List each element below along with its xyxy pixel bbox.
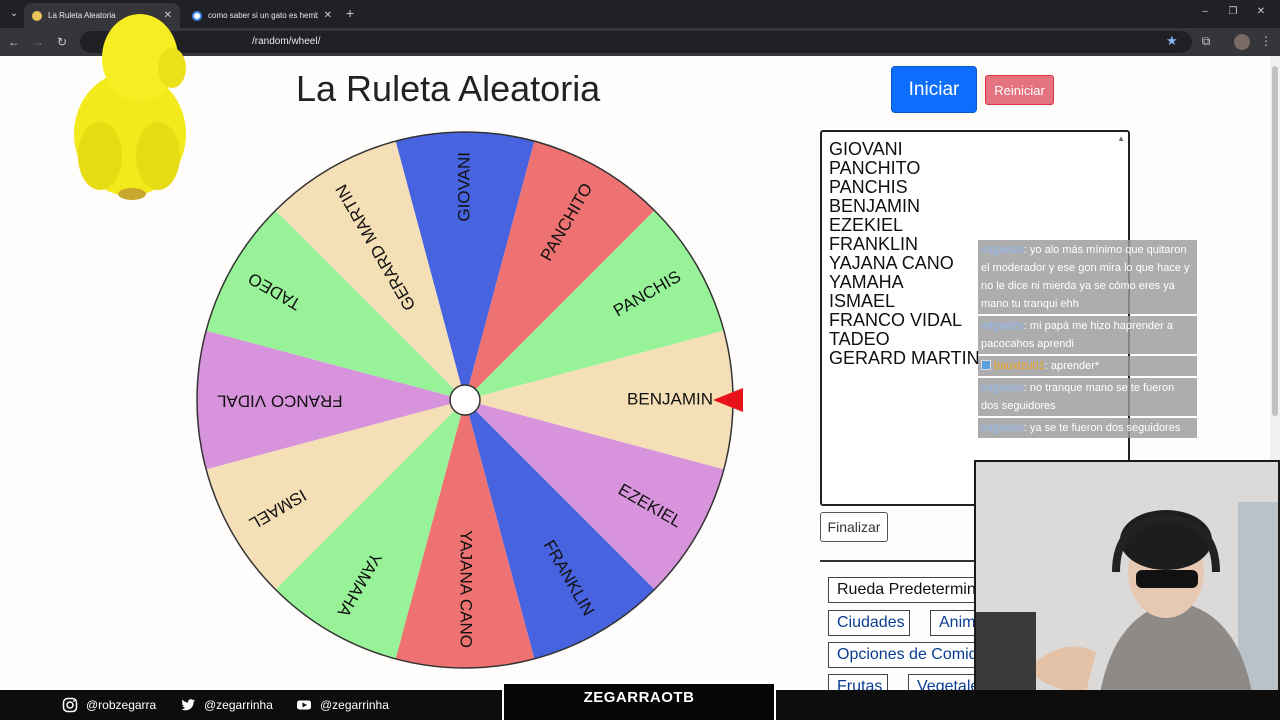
name-entry: TADEO	[829, 329, 890, 349]
extensions-icon[interactable]: ⧉	[1198, 34, 1214, 49]
wheel-segment-label: FRANCO VIDAL	[217, 392, 343, 411]
youtube-text: @zegarrinha	[320, 698, 389, 712]
new-tab-icon[interactable]: +	[346, 6, 354, 20]
wheel-segment-label: GIOVANI	[454, 152, 473, 222]
divider	[820, 560, 980, 562]
twitter-bird-icon	[181, 699, 195, 711]
start-button[interactable]: Iniciar	[891, 66, 977, 113]
chat-text: : aprender*	[1044, 360, 1100, 372]
minimize-icon[interactable]: –	[1197, 6, 1213, 17]
twitter-text: @zegarrinha	[204, 698, 273, 712]
chat-badge-icon	[981, 360, 991, 370]
forward-icon[interactable]: →	[30, 34, 46, 50]
tab-search-icon[interactable]: ⌄	[6, 6, 22, 22]
ruleta-favicon-icon	[32, 10, 42, 21]
stream-chat: migxelzx: yo alo más mínimo que quitaron…	[978, 240, 1197, 440]
tab-title: como saber si un gato es hembra	[208, 11, 318, 20]
browser-tab-bar: ⌄ La Ruleta Aleatoria ✕ como saber si un…	[0, 0, 1280, 28]
chat-username: migxelzx	[981, 382, 1024, 394]
scroll-up-arrow-icon[interactable]: ▲	[1117, 134, 1125, 143]
browser-toolbar: ← → ↻ /random/wheel/ ★ ⧉ ⋮	[0, 28, 1280, 56]
close-window-icon[interactable]: ✕	[1253, 6, 1269, 17]
chat-username: migxelzx	[981, 244, 1024, 256]
finish-button[interactable]: Finalizar	[820, 512, 888, 542]
scrollbar-thumb[interactable]	[1272, 66, 1278, 416]
preset-food-options[interactable]: Opciones de Comid	[828, 642, 978, 668]
reset-button[interactable]: Reiniciar	[985, 75, 1054, 105]
bookmark-star-icon[interactable]: ★	[1166, 33, 1178, 49]
screen: ⌄ La Ruleta Aleatoria ✕ como saber si un…	[0, 0, 1280, 720]
name-entry: GIOVANI	[829, 139, 903, 159]
instagram-icon	[62, 697, 78, 713]
wheel-segment-label: BENJAMIN	[627, 389, 713, 408]
chat-username: migxelzx	[981, 320, 1024, 332]
name-entry: YAMAHA	[829, 272, 904, 292]
close-tab-icon[interactable]: ✕	[324, 10, 332, 21]
google-favicon-icon	[192, 10, 202, 21]
chat-message: migxelzx: no tranque mano se te fueron d…	[978, 378, 1197, 416]
wheel-segment-label: YAJANA CANO	[457, 530, 476, 648]
twitter-handle: @zegarrinha	[180, 697, 273, 713]
name-entry: PANCHIS	[829, 177, 908, 197]
url-text: /random/wheel/	[252, 36, 321, 47]
duck-sticker-icon	[74, 14, 186, 200]
chat-text: : ya se te fueron dos seguidores	[1023, 422, 1181, 434]
channel-brand: ZEGARRAOTB	[502, 682, 776, 720]
name-entry: FRANCO VIDAL	[829, 310, 963, 330]
webcam-feed	[974, 460, 1280, 720]
name-entry: ISMAEL	[829, 291, 896, 311]
roulette-wheel[interactable]: GIOVANI PANCHITO PANCHIS BENJAMIN EZEKIEL FRA…	[195, 128, 755, 673]
preset-default-wheel[interactable]: Rueda Predetermina	[828, 577, 978, 603]
preset-fruits[interactable]: Frutas	[828, 674, 888, 690]
wheel-hub	[449, 384, 481, 416]
youtube-handle: @zegarrinha	[296, 697, 389, 713]
stream-footer: @robzegarra @zegarrinha @zegarrinha ZEGA…	[0, 682, 1280, 720]
chat-message: migxelzx: mi papá me hizo haprender a pa…	[978, 316, 1197, 354]
menu-kebab-icon[interactable]: ⋮	[1258, 34, 1274, 48]
preset-cities[interactable]: Ciudades	[828, 610, 910, 636]
restore-icon[interactable]: ❐	[1225, 6, 1241, 17]
name-entry: YAJANA CANO	[829, 253, 954, 273]
preset-vegetables[interactable]: Vegetale	[908, 674, 980, 690]
page-title: La Ruleta Aleatoria	[296, 68, 601, 109]
name-entry: EZEKIEL	[829, 215, 904, 235]
chat-message: bauxtzu01: aprender*	[978, 356, 1197, 376]
wheel-graphic: GIOVANI PANCHITOPANCHISBENJAMINEZEKIELFRA…	[196, 131, 743, 669]
name-entry: FRANKLIN	[829, 234, 919, 254]
names-list: GIOVANI PANCHITO PANCHIS BENJAMIN EZEKIE…	[829, 140, 980, 368]
name-entry: BENJAMIN	[829, 196, 921, 216]
streamer-image	[976, 462, 1278, 718]
tab-google-search[interactable]: como saber si un gato es hembra ✕	[184, 3, 340, 28]
instagram-handle: @robzegarra	[62, 697, 156, 713]
name-entry: PANCHITO	[829, 158, 921, 178]
youtube-icon	[297, 700, 311, 710]
address-bar[interactable]: /random/wheel/ ★	[80, 31, 1192, 53]
chat-username: migxelzx	[981, 422, 1024, 434]
instagram-text: @robzegarra	[86, 698, 157, 712]
chat-message: migxelzx: ya se te fueron dos seguidores	[978, 418, 1197, 438]
chat-message: migxelzx: yo alo más mínimo que quitaron…	[978, 240, 1197, 314]
name-entry: GERARD MARTIN	[829, 348, 980, 368]
back-icon[interactable]: ←	[6, 34, 22, 50]
profile-avatar[interactable]	[1234, 34, 1250, 50]
chat-username: bauxtzu01	[994, 360, 1045, 372]
preset-animals[interactable]: Anim	[930, 610, 980, 636]
